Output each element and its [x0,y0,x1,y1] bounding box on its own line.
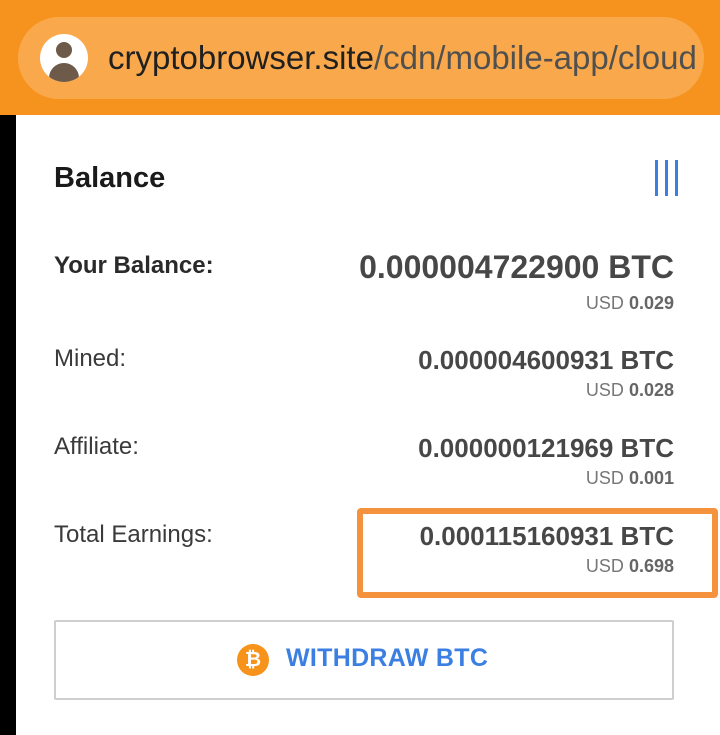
left-edge-strip [0,115,16,735]
usd-value: 0.028 [628,380,674,400]
menu-bar [675,160,678,196]
total-earnings-highlight-box [357,508,718,598]
usd-prefix: USD [585,380,624,400]
affiliate-usd: USD 0.001 [586,468,674,489]
mined-btc: 0.000004600931 BTC [418,345,674,375]
usd-value: 0.029 [628,293,674,313]
mined-usd: USD 0.028 [586,380,674,401]
vertical-bars-icon[interactable] [655,160,681,196]
url-host: cryptobrowser.site [108,39,374,76]
avatar-head [56,42,72,58]
menu-bar [655,160,658,196]
menu-bar [665,160,668,196]
balance-card: Balance Your Balance: 0.000004722900 BTC… [16,115,720,735]
your-balance-label: Your Balance: [54,252,214,279]
usd-value: 0.001 [628,468,674,488]
your-balance-btc: 0.000004722900 BTC [359,249,674,285]
card-title: Balance [54,162,166,194]
affiliate-label: Affiliate: [54,433,139,460]
withdraw-button[interactable]: ₿ WITHDRAW BTC [54,620,674,700]
avatar-body [49,63,79,82]
total-earnings-label: Total Earnings: [54,521,213,548]
browser-toolbar: cryptobrowser.site/cdn/mobile-app/cloud [0,0,720,115]
profile-avatar-icon[interactable] [40,34,88,82]
usd-prefix: USD [585,468,624,488]
withdraw-button-label: WITHDRAW BTC [286,644,489,672]
address-bar[interactable]: cryptobrowser.site/cdn/mobile-app/cloud [18,17,704,99]
usd-prefix: USD [585,293,624,313]
url-path: /cdn/mobile-app/cloud [373,39,697,76]
url-text[interactable]: cryptobrowser.site/cdn/mobile-app/cloud [108,38,704,78]
bitcoin-icon: ₿ [237,644,269,676]
mined-label: Mined: [54,345,127,372]
affiliate-btc: 0.000000121969 BTC [418,433,674,463]
your-balance-usd: USD 0.029 [586,293,674,314]
